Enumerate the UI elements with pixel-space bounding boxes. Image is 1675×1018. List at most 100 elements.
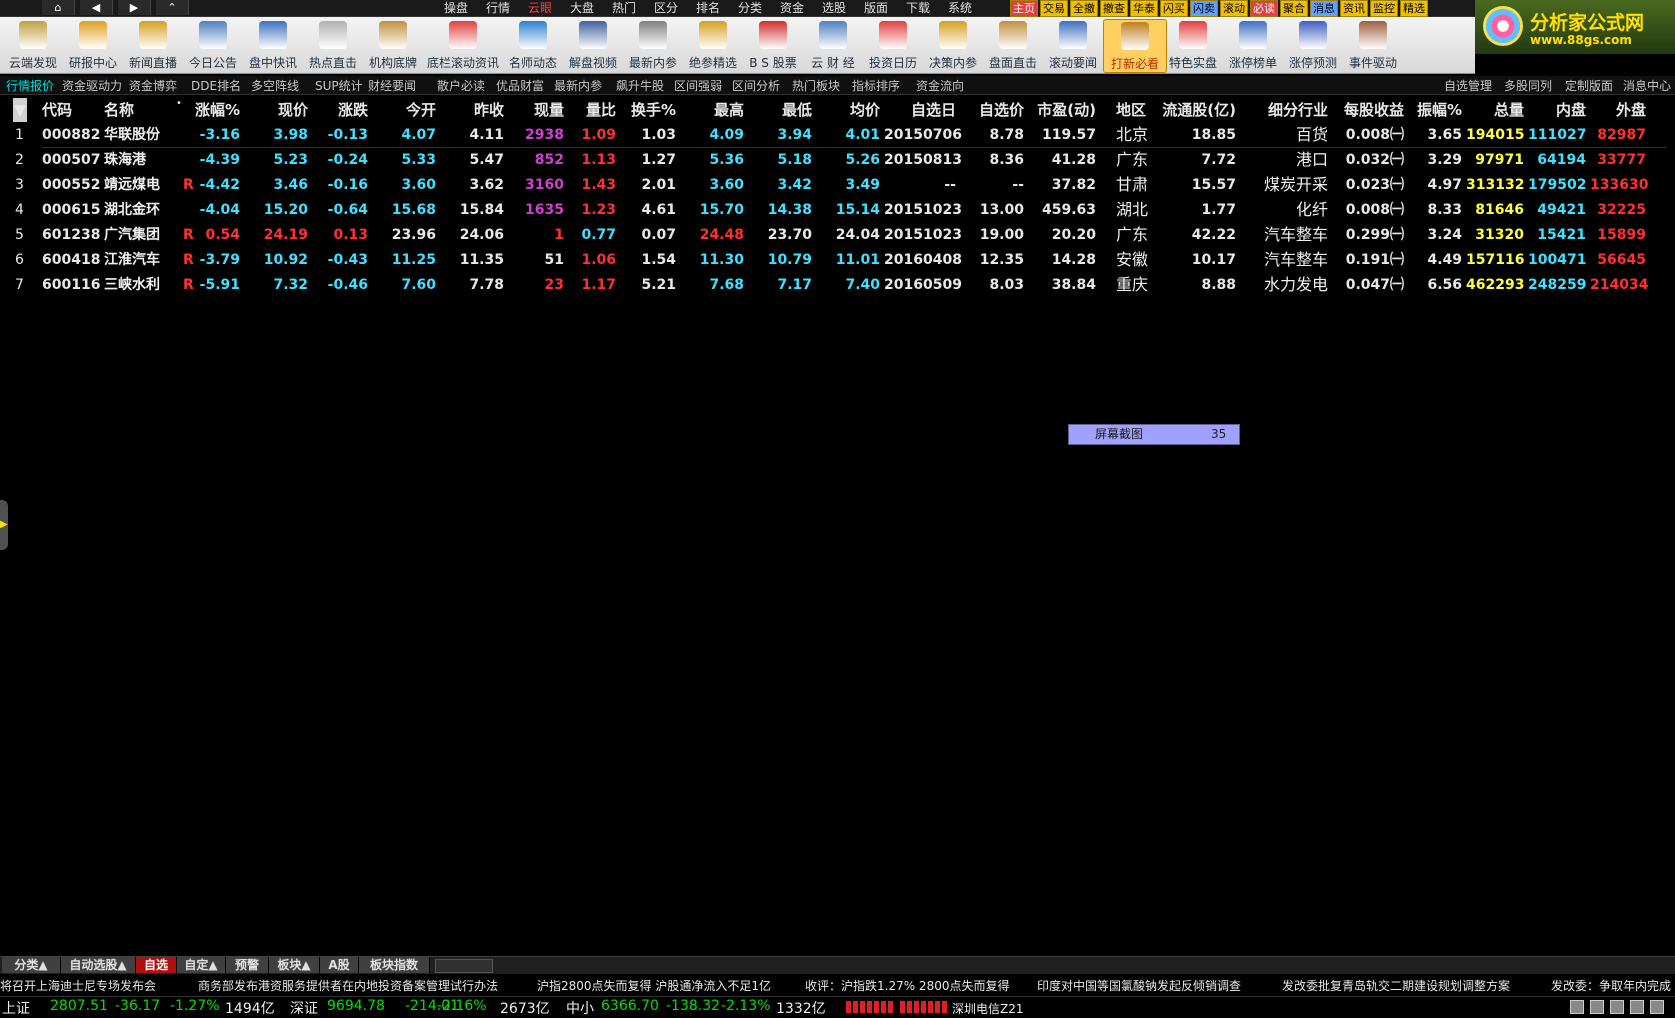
bottom-tab[interactable]: 预警 (226, 957, 269, 973)
toolbar-button[interactable]: 今日公告 (182, 19, 244, 71)
quick-button[interactable]: 必读 (1250, 0, 1278, 17)
column-header[interactable]: 自选价 (960, 98, 1024, 122)
menu-item[interactable]: 选股 (813, 0, 855, 16)
lock-icon[interactable] (1650, 1000, 1664, 1014)
toolbar-button[interactable]: 解盘视频 (562, 19, 624, 71)
toolbar-button[interactable]: 打新必看 (1103, 19, 1167, 73)
menu-item[interactable]: 下载 (897, 0, 939, 16)
back-icon[interactable]: ◀ (80, 0, 113, 15)
toolbar-button[interactable]: 机构底牌 (362, 19, 424, 71)
toolbar-button[interactable]: 盘面直击 (982, 19, 1044, 71)
column-header[interactable]: 均价 (816, 98, 880, 122)
news-item[interactable]: 收评：沪指跌1.27% 2800点失而复得 (805, 977, 1009, 994)
collapse-up-icon[interactable]: ⌃ (156, 0, 189, 15)
table-row[interactable]: 2 000507 珠海港 -4.39 5.23 -0.24 5.33 5.47 852 1.13 1… (0, 148, 1675, 172)
column-header[interactable]: 今开 (372, 98, 436, 122)
menu-item[interactable]: 云眼 (519, 0, 561, 16)
column-header[interactable]: 市盈(动) (1028, 98, 1096, 122)
news-item[interactable]: 沪指2800点失而复得 沪股通净流入不足1亿 (537, 977, 771, 994)
column-header[interactable]: 涨幅% (186, 98, 240, 122)
quick-button[interactable]: 闪买 (1160, 0, 1188, 17)
view-tab[interactable]: 资金驱动力 (62, 77, 122, 94)
view-tab[interactable]: 资金博弈 (129, 77, 177, 94)
view-tab[interactable]: 优品财富 (496, 77, 544, 94)
quick-button[interactable]: 消息 (1310, 0, 1338, 17)
view-tab[interactable]: 多空阵线 (251, 77, 299, 94)
column-header[interactable]: 涨跌 (312, 98, 368, 122)
column-header[interactable]: 换手% (620, 98, 676, 122)
column-header[interactable]: 现量 (508, 98, 564, 122)
server-name[interactable]: 深圳电信Z21 (952, 1000, 1024, 1017)
toolbar-button[interactable]: 特色实盘 (1162, 19, 1224, 71)
side-panel-handle[interactable]: ▶ (0, 500, 8, 550)
broadcast-icon[interactable] (1630, 1000, 1644, 1014)
tab-scrollbar[interactable] (435, 959, 493, 973)
view-tab[interactable]: 散户必读 (437, 77, 485, 94)
quick-button[interactable]: 聚合 (1280, 0, 1308, 17)
home-icon[interactable]: ⌂ (42, 0, 75, 15)
table-row[interactable]: 6 600418 江淮汽车 -3.79 10.92 -0.43 11.25 11.35 51 1.… (0, 248, 1675, 272)
table-row[interactable]: 1 000882 华联股份 -3.16 3.98 -0.13 4.07 4.11 2938 1.0… (0, 123, 1675, 147)
toolbar-button[interactable]: 最新内参 (622, 19, 684, 71)
toolbar-button[interactable]: 投资日历 (862, 19, 924, 71)
column-header[interactable]: 昨收 (440, 98, 504, 122)
quick-button[interactable]: 监控 (1370, 0, 1398, 17)
toolbar-button[interactable]: 热点直击 (302, 19, 364, 71)
view-tab[interactable]: 资金流向 (916, 77, 964, 94)
menu-item[interactable]: 版面 (855, 0, 897, 16)
quick-button[interactable]: 华泰 (1130, 0, 1158, 17)
toolbar-button[interactable]: 盘中快讯 (242, 19, 304, 71)
screenshot-popup[interactable]: 屏幕截图 35 (1068, 424, 1240, 445)
column-header[interactable]: 流通股(亿) (1158, 98, 1236, 122)
window-icon[interactable] (1570, 1000, 1584, 1014)
column-header[interactable]: 现价 (246, 98, 308, 122)
quick-button[interactable]: 主页 (1010, 0, 1038, 17)
toolbar-button[interactable]: 事件驱动 (1342, 19, 1404, 71)
quick-button[interactable]: 资讯 (1340, 0, 1368, 17)
menu-item[interactable]: 系统 (939, 0, 981, 16)
column-header[interactable]: 细分行业 (1240, 98, 1328, 122)
column-header[interactable]: 自选日 (884, 98, 956, 122)
column-header[interactable]: 量比 (568, 98, 616, 122)
quick-button[interactable]: 精选 (1400, 0, 1428, 17)
quick-button[interactable]: 滚动 (1220, 0, 1248, 17)
quick-button[interactable]: 交易 (1040, 0, 1068, 17)
column-header[interactable]: 内盘 (1528, 98, 1586, 122)
news-item[interactable]: 商务部发布港资服务提供者在内地投资备案管理试行办法 (198, 977, 498, 994)
quick-button[interactable]: 全撤 (1070, 0, 1098, 17)
view-tab[interactable]: 区间分析 (732, 77, 780, 94)
column-header[interactable]: 最高 (680, 98, 744, 122)
bottom-tab[interactable]: 自定▲ (177, 957, 226, 973)
column-header[interactable]: 外盘 (1590, 98, 1646, 122)
toolbar-button[interactable]: 涨停榜单 (1222, 19, 1284, 71)
menu-item[interactable]: 热门 (603, 0, 645, 16)
bottom-tab[interactable]: 自动选股▲ (61, 957, 136, 973)
view-tab[interactable]: 最新内参 (554, 77, 602, 94)
view-tab[interactable]: 热门板块 (792, 77, 840, 94)
toolbar-button[interactable]: 底栏滚动资讯 (425, 19, 501, 71)
view-tab[interactable]: 区间强弱 (674, 77, 722, 94)
toolbar-button[interactable]: 名师动态 (502, 19, 564, 71)
news-item[interactable]: 发改委批复青岛轨交二期建设规划调整方案 (1282, 977, 1510, 994)
bottom-tab[interactable]: 板块指数 (359, 957, 430, 973)
toolbar-button[interactable]: 决策内参 (922, 19, 984, 71)
toolbar-button[interactable]: B S 股票 (742, 19, 804, 71)
column-header[interactable]: 振幅% (1408, 98, 1462, 122)
quick-button[interactable]: 撤查 (1100, 0, 1128, 17)
column-header[interactable]: 代码 (42, 98, 102, 122)
news-item[interactable]: 发改委：争取年内完成 (1551, 977, 1671, 994)
view-tab[interactable]: 飙升牛股 (616, 77, 664, 94)
table-row[interactable]: 7 600116 三峡水利 -5.91 7.32 -0.46 7.60 7.78 23 1.17 5… (0, 273, 1675, 297)
forward-icon[interactable]: ▶ (118, 0, 151, 15)
menu-item[interactable]: 资金 (771, 0, 813, 16)
view-tab[interactable]: 指标排序 (852, 77, 900, 94)
bottom-tab[interactable]: 自选 (136, 957, 177, 973)
view-tab-right[interactable]: 定制版面 (1565, 77, 1613, 94)
news-item[interactable]: 将召开上海迪士尼专场发布会 (0, 977, 156, 994)
toolbar-button[interactable]: 云 财 经 (802, 19, 864, 71)
toolbar-button[interactable]: 滚动要闻 (1042, 19, 1104, 71)
toolbar-button[interactable]: 云端发现 (2, 19, 64, 71)
table-row[interactable]: 4 000615 湖北金环 -4.04 15.20 -0.64 15.68 15.84 1635… (0, 198, 1675, 222)
column-menu-icon[interactable]: ▼ (13, 98, 27, 122)
bottom-tab[interactable]: 板块▲ (269, 957, 320, 973)
